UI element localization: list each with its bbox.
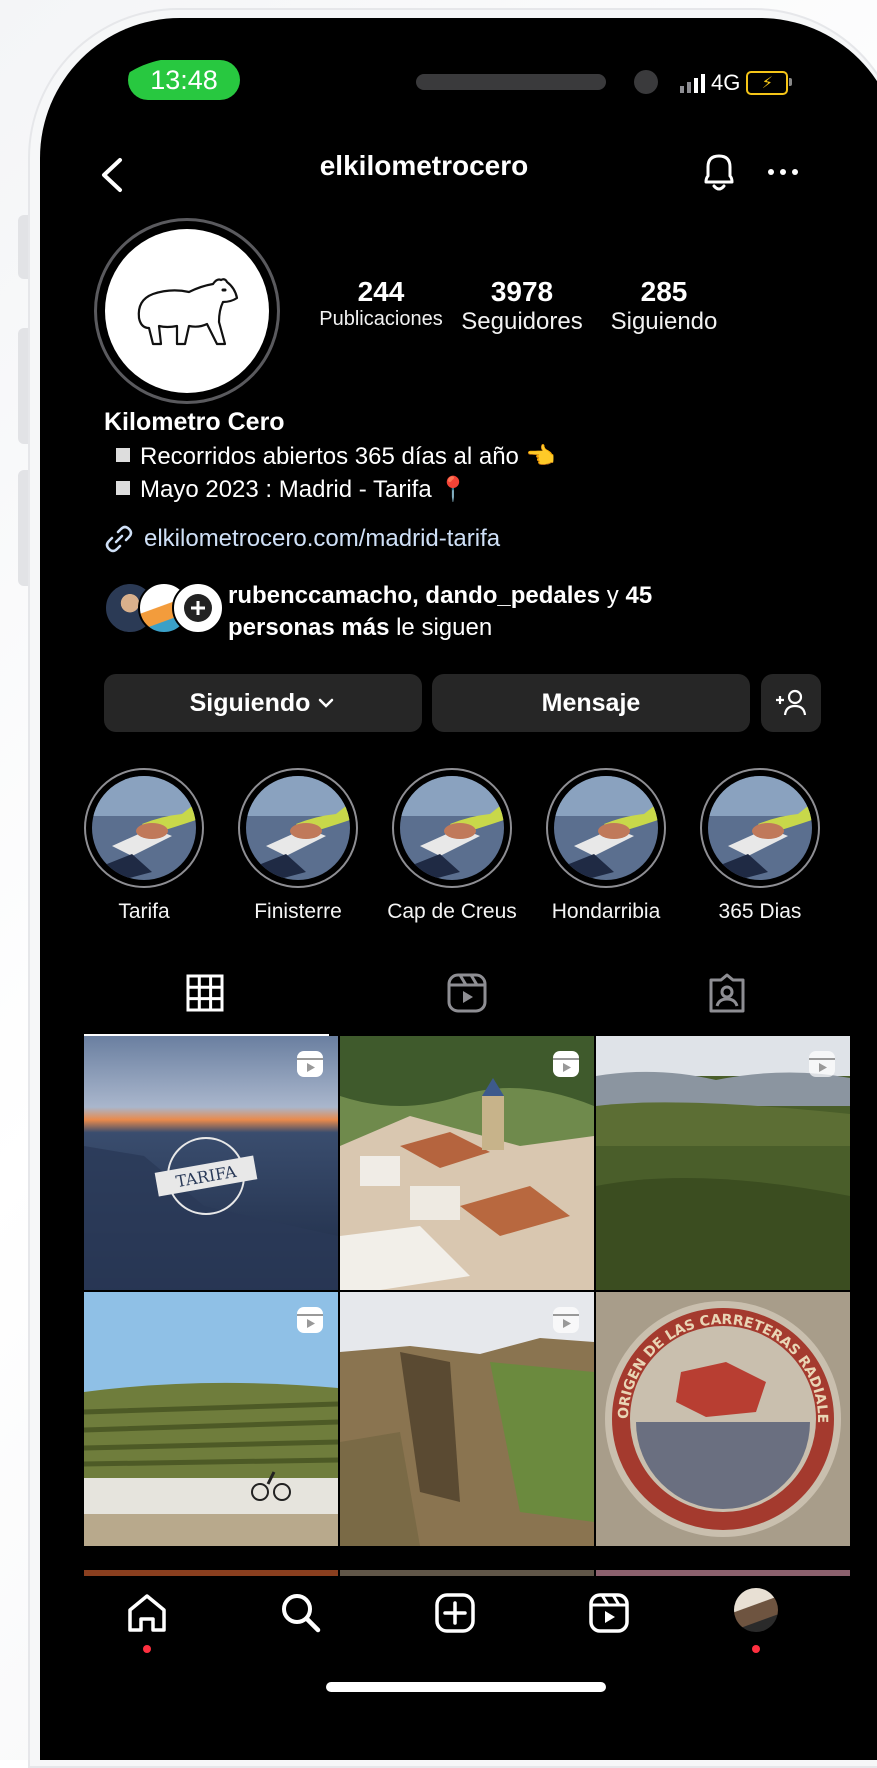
post-thumbnail[interactable] xyxy=(340,1036,594,1290)
highlight-thumbnail xyxy=(246,776,350,880)
highlight-item[interactable]: Cap de Creus xyxy=(382,768,522,924)
post-thumbnail[interactable]: ORIGEN DE LAS CARRETERAS RADIALES xyxy=(596,1292,850,1546)
message-button[interactable]: Mensaje xyxy=(432,674,750,732)
home-icon[interactable] xyxy=(122,1588,172,1638)
reel-badge-icon xyxy=(809,1051,835,1077)
bear-icon xyxy=(137,278,239,346)
reel-badge-icon xyxy=(553,1051,579,1077)
stat-following-value: 285 xyxy=(640,276,688,307)
reel-badge-icon xyxy=(553,1307,579,1333)
bear-logo xyxy=(105,229,269,393)
highlight-thumbnail xyxy=(708,776,812,880)
stat-followers-label: Seguidores xyxy=(461,308,583,335)
profile-username: elkilometrocero xyxy=(319,150,529,181)
post-thumbnail[interactable] xyxy=(84,1292,338,1546)
message-label: Mensaje xyxy=(541,688,641,717)
reels-nav-icon[interactable] xyxy=(584,1588,634,1638)
bullet-square xyxy=(116,481,130,495)
highlight-label: Tarifa xyxy=(118,900,170,923)
profile-avatar[interactable] xyxy=(94,218,280,404)
highlight-label: Finisterre xyxy=(254,900,342,923)
bullet-square xyxy=(116,448,130,462)
create-post-icon[interactable] xyxy=(430,1588,480,1638)
grid-icon[interactable] xyxy=(180,968,230,1018)
stat-posts-label: Publicaciones xyxy=(319,308,443,330)
following-label: Siguiendo xyxy=(189,688,311,717)
signal-icon xyxy=(680,73,705,93)
highlight-ring xyxy=(392,768,512,888)
highlight-thumbnail xyxy=(92,776,196,880)
profile-link-text: elkilometrocero.com/madrid-tarifa xyxy=(144,525,501,552)
battery-icon: ⚡ xyxy=(746,71,793,95)
follower-names: rubenccamacho, dando_pedales xyxy=(228,582,601,609)
tagged-icon[interactable] xyxy=(702,968,752,1018)
follower-avatar xyxy=(172,582,224,634)
followed-by[interactable]: rubenccamacho, dando_pedales y 45 persona… xyxy=(104,580,708,644)
highlight-item[interactable]: Tarifa xyxy=(84,768,214,924)
followed-by-text: rubenccamacho, dando_pedales y 45 persona… xyxy=(228,580,708,644)
post-thumbnail[interactable]: TARIFA xyxy=(84,1036,338,1290)
followed-by-connector: y xyxy=(600,582,626,609)
highlight-label: Hondarribia xyxy=(551,900,661,923)
reel-badge-icon xyxy=(297,1051,323,1077)
highlight-ring xyxy=(84,768,204,888)
chevron-down-icon xyxy=(319,698,334,708)
others-label: personas más xyxy=(228,614,390,641)
highlight-item[interactable]: Hondarribia xyxy=(536,768,676,924)
following-button[interactable]: Siguiendo xyxy=(104,674,422,732)
stat-following-label: Siguiendo xyxy=(610,308,718,335)
add-circle-icon xyxy=(184,594,212,622)
network-type: 4G xyxy=(711,70,741,95)
others-count: 45 xyxy=(625,582,653,609)
highlight-label: Cap de Creus xyxy=(387,900,517,923)
more-options-icon[interactable] xyxy=(760,162,806,182)
link-icon xyxy=(105,525,133,553)
stat-followers-value: 3978 xyxy=(490,276,554,307)
reel-badge-icon xyxy=(297,1307,323,1333)
profile-notification-dot xyxy=(752,1645,760,1653)
stat-posts-value: 244 xyxy=(357,276,405,307)
phone-screen: 13:48 4G ⚡ elkilometrocero 244 Publicaci… xyxy=(84,58,850,1723)
front-camera xyxy=(634,70,658,94)
stat-followers[interactable]: 3978 Seguidores xyxy=(452,276,592,336)
followed-by-suffix: le siguen xyxy=(389,614,493,641)
profile-name: Kilometro Cero xyxy=(104,408,285,436)
stat-following[interactable]: 285 Siguiendo xyxy=(594,276,734,336)
highlight-item[interactable]: Finisterre xyxy=(228,768,368,924)
bio-line: Recorridos abiertos 365 días al año 👈 xyxy=(140,443,556,470)
profile-bio: Recorridos abiertos 365 días al año 👈 Ma… xyxy=(104,440,555,506)
post-thumbnail[interactable] xyxy=(340,1292,594,1546)
add-user-button[interactable] xyxy=(761,674,821,732)
back-arrow-icon[interactable] xyxy=(94,150,134,200)
highlight-item[interactable]: 365 Dias xyxy=(690,768,830,924)
search-icon[interactable] xyxy=(276,1588,326,1638)
highlight-label: 365 Dias xyxy=(718,900,802,923)
home-notification-dot xyxy=(143,1645,151,1653)
status-icons: 4G ⚡ xyxy=(680,70,793,96)
post-image: ORIGEN DE LAS CARRETERAS RADIALES xyxy=(596,1292,850,1546)
stat-posts[interactable]: 244 Publicaciones xyxy=(316,276,446,331)
highlight-ring xyxy=(700,768,820,888)
home-indicator[interactable] xyxy=(326,1682,606,1692)
bell-icon[interactable] xyxy=(696,148,742,196)
highlight-ring xyxy=(238,768,358,888)
status-time: 13:48 xyxy=(128,60,240,100)
profile-link[interactable]: elkilometrocero.com/madrid-tarifa xyxy=(104,524,500,554)
add-person-icon xyxy=(776,689,807,716)
bio-line: Mayo 2023 : Madrid - Tarifa 📍 xyxy=(140,476,469,503)
highlight-thumbnail xyxy=(554,776,658,880)
highlight-ring xyxy=(546,768,666,888)
speaker xyxy=(416,74,606,90)
follower-avatars xyxy=(104,580,224,636)
reels-icon[interactable] xyxy=(442,968,492,1018)
post-thumbnail[interactable] xyxy=(596,1036,850,1290)
profile-nav-avatar[interactable] xyxy=(734,1588,778,1632)
highlight-thumbnail xyxy=(400,776,504,880)
